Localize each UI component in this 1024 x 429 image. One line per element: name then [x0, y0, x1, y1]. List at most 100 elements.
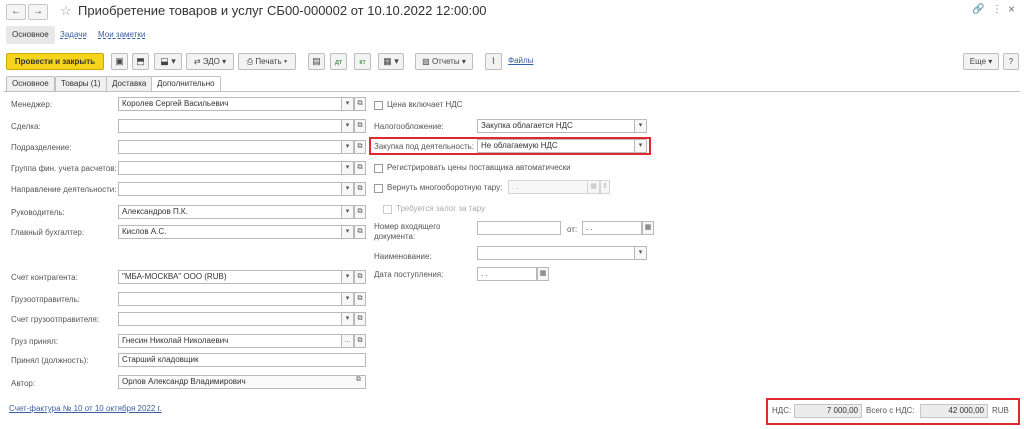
- author-open-icon[interactable]: ⧉: [356, 376, 361, 384]
- edo-button[interactable]: ⇄ ЭДО ▾: [186, 53, 234, 70]
- counterparty-account-dropdown-button[interactable]: ▾: [342, 270, 354, 284]
- shipper-account-field[interactable]: [118, 312, 342, 326]
- help-button[interactable]: ?: [1003, 53, 1019, 70]
- tab-additional[interactable]: Дополнительно: [151, 76, 221, 92]
- name-label: Наименование:: [374, 252, 432, 261]
- vat-amount: 7 000,00: [794, 404, 862, 418]
- reports-icon: ▧: [422, 57, 432, 66]
- shipper-field[interactable]: [118, 292, 342, 306]
- shipper-dropdown-button[interactable]: ▾: [342, 292, 354, 306]
- create-based-button[interactable]: ⬓ ▾: [154, 53, 182, 70]
- direction-dropdown-button[interactable]: ▾: [342, 182, 354, 196]
- receipt-date-calendar-button[interactable]: ▦: [537, 267, 549, 281]
- head-dropdown-button[interactable]: ▾: [342, 205, 354, 219]
- nav-tab-tasks[interactable]: Задачи: [60, 26, 87, 44]
- counterparty-account-label: Счет контрагента:: [11, 273, 78, 282]
- received-by-field[interactable]: Гнесин Николай Николаевич: [118, 334, 342, 348]
- division-field[interactable]: [118, 140, 342, 154]
- author-field[interactable]: Орлов Александр Владимирович: [118, 375, 366, 389]
- position-field[interactable]: Старший кладовщик: [118, 353, 366, 367]
- shipper-account-dropdown-button[interactable]: ▾: [342, 312, 354, 326]
- name-field[interactable]: [477, 246, 635, 260]
- division-open-button[interactable]: ⧉: [354, 140, 366, 154]
- deal-dropdown-button[interactable]: ▾: [342, 119, 354, 133]
- paperclip-icon: ⌇: [491, 56, 496, 66]
- received-by-dropdown-button[interactable]: …: [342, 334, 354, 348]
- receipt-date-field[interactable]: . .: [477, 267, 537, 281]
- direction-open-button[interactable]: ⧉: [354, 182, 366, 196]
- structure-button[interactable]: ▤: [308, 53, 325, 70]
- name-dropdown-button[interactable]: ▾: [635, 246, 647, 260]
- return-tare-label: Вернуть многооборотную тару:: [387, 183, 503, 192]
- structure-icon: ▤: [312, 56, 321, 66]
- invoice-link[interactable]: Счет-фактура № 10 от 10 октября 2022 г.: [9, 404, 162, 413]
- tab-delivery[interactable]: Доставка: [106, 76, 153, 91]
- division-dropdown-button[interactable]: ▾: [342, 140, 354, 154]
- files-link[interactable]: Файлы: [508, 56, 533, 65]
- return-tare-date-field[interactable]: . .: [508, 180, 588, 194]
- chief-accountant-open-button[interactable]: ⧉: [354, 225, 366, 239]
- deal-open-button[interactable]: ⧉: [354, 119, 366, 133]
- price-includes-vat-checkbox[interactable]: [374, 101, 383, 110]
- back-button[interactable]: ←: [6, 4, 26, 20]
- total-with-vat-amount: 42 000,00: [920, 404, 988, 418]
- save-button[interactable]: ▣: [111, 53, 128, 70]
- head-label: Руководитель:: [11, 208, 65, 217]
- dt-kt-icon: дт: [334, 59, 343, 66]
- fin-group-dropdown-button[interactable]: ▾: [342, 161, 354, 175]
- counterparty-account-field[interactable]: "МБА-МОСКВА" ООО (RUB): [118, 270, 342, 284]
- print-button[interactable]: ⎙ Печать ▾: [238, 53, 296, 70]
- return-tare-spinner[interactable]: ⇕: [600, 180, 610, 194]
- direction-field[interactable]: [118, 182, 342, 196]
- from-date-calendar-button[interactable]: ▦: [642, 221, 654, 235]
- received-by-open-button[interactable]: ⧉: [354, 334, 366, 348]
- nav-tab-main[interactable]: Основное: [6, 26, 55, 44]
- manager-open-button[interactable]: ⧉: [354, 97, 366, 111]
- attachments-dropdown-button[interactable]: ▦ ▾: [378, 53, 404, 70]
- vat-label: НДС:: [772, 406, 792, 415]
- from-date-field[interactable]: . .: [582, 221, 642, 235]
- division-label: Подразделение:: [11, 143, 72, 152]
- purchase-under-dropdown-button[interactable]: ▾: [635, 139, 647, 153]
- deposit-required-checkbox[interactable]: [383, 205, 392, 214]
- chief-accountant-field[interactable]: Кислов А.С.: [118, 225, 342, 239]
- attach-file-button[interactable]: ⌇: [485, 53, 502, 70]
- fin-group-field[interactable]: [118, 161, 342, 175]
- nav-tab-my-notes[interactable]: Мои заметки: [98, 26, 145, 44]
- post-and-close-button[interactable]: Провести и закрыть: [6, 53, 104, 70]
- forward-button[interactable]: →: [28, 4, 48, 20]
- chief-accountant-dropdown-button[interactable]: ▾: [342, 225, 354, 239]
- purchase-under-field[interactable]: Не облагаемую НДС: [477, 139, 635, 153]
- incoming-doc-label: Номер входящего документа:: [374, 222, 441, 241]
- deal-field[interactable]: [118, 119, 342, 133]
- tab-main[interactable]: Основное: [6, 76, 55, 91]
- manager-field[interactable]: Королев Сергей Васильевич: [118, 97, 342, 111]
- counterparty-account-open-button[interactable]: ⧉: [354, 270, 366, 284]
- manager-dropdown-button[interactable]: ▾: [342, 97, 354, 111]
- taxation-field[interactable]: Закупка облагается НДС: [477, 119, 635, 133]
- head-open-button[interactable]: ⧉: [354, 205, 366, 219]
- head-field[interactable]: Александров П.К.: [118, 205, 342, 219]
- more-button[interactable]: Еще ▾: [963, 53, 999, 70]
- reports-button[interactable]: ▧ Отчеты ▾: [415, 53, 473, 70]
- register-prices-checkbox[interactable]: [374, 164, 383, 173]
- document-movements-button[interactable]: кт: [354, 53, 371, 70]
- print-label: Печать: [255, 57, 282, 66]
- incoming-doc-field[interactable]: [477, 221, 561, 235]
- from-label: от:: [567, 225, 578, 234]
- total-with-vat-label: Всего с НДС:: [866, 406, 915, 415]
- post-button[interactable]: ⬒: [132, 53, 149, 70]
- close-icon[interactable]: ×: [1008, 2, 1015, 16]
- tab-goods[interactable]: Товары (1): [55, 76, 107, 91]
- menu-icon[interactable]: ⋮: [992, 4, 1002, 15]
- dt-kt-button[interactable]: дт: [330, 53, 347, 70]
- shipper-open-button[interactable]: ⧉: [354, 292, 366, 306]
- shipper-account-open-button[interactable]: ⧉: [354, 312, 366, 326]
- link-icon[interactable]: 🔗: [972, 4, 984, 15]
- fin-group-open-button[interactable]: ⧉: [354, 161, 366, 175]
- favorite-star-icon[interactable]: ☆: [60, 3, 72, 19]
- return-tare-calendar-button[interactable]: ▦: [588, 180, 600, 194]
- taxation-dropdown-button[interactable]: ▾: [635, 119, 647, 133]
- receipt-date-label: Дата поступления:: [374, 270, 444, 279]
- return-tare-checkbox[interactable]: [374, 184, 383, 193]
